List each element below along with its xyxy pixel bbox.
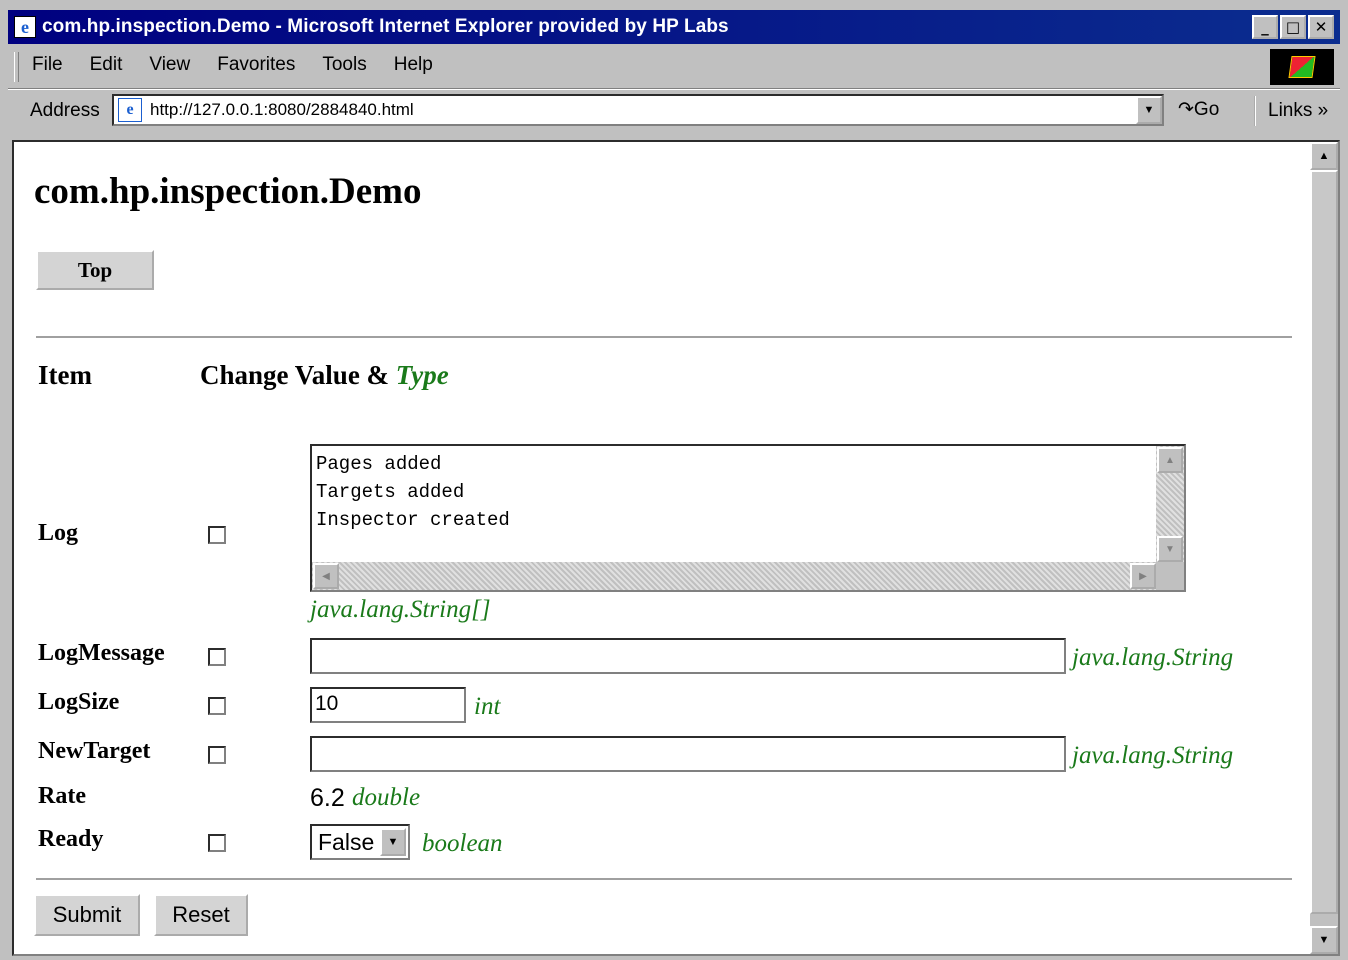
newtarget-input[interactable] — [310, 736, 1066, 772]
log-type: java.lang.String[] — [310, 596, 491, 623]
top-button[interactable]: Top — [36, 250, 154, 290]
windows-logo-icon — [1270, 49, 1334, 85]
page-scroll-down-icon[interactable]: ▼ — [1310, 926, 1338, 954]
ready-select-value: False — [318, 828, 375, 855]
column-header-change: Change Value & Type — [200, 360, 449, 391]
scrollbar-corner — [1156, 562, 1184, 590]
log-text: Pages added Targets added Inspector crea… — [316, 453, 510, 531]
menu-favorites[interactable]: Favorites — [217, 54, 295, 76]
page-title: com.hp.inspection.Demo — [34, 171, 422, 212]
window-title: com.hp.inspection.Demo - Microsoft Inter… — [42, 16, 729, 37]
scroll-up-icon[interactable]: ▲ — [1157, 447, 1183, 473]
column-header-change-label: Change Value & — [200, 360, 390, 390]
scroll-down-icon[interactable]: ▼ — [1157, 536, 1183, 562]
address-dropdown-button[interactable]: ▼ — [1136, 96, 1162, 124]
logmessage-checkbox[interactable] — [208, 648, 226, 666]
dropdown-arrow-icon[interactable]: ▼ — [380, 828, 406, 856]
item-label-logsize: LogSize — [38, 689, 120, 715]
item-label-log: Log — [38, 520, 79, 546]
newtarget-type: java.lang.String — [1072, 742, 1234, 769]
rate-value: 6.2 — [310, 784, 345, 812]
ready-checkbox[interactable] — [208, 834, 226, 852]
divider — [36, 336, 1292, 339]
log-textarea[interactable]: Pages added Targets added Inspector crea… — [310, 444, 1186, 592]
page-viewport: com.hp.inspection.Demo Top Item Change V… — [12, 140, 1340, 956]
menu-file[interactable]: File — [32, 54, 63, 76]
divider-bottom — [36, 878, 1292, 881]
newtarget-checkbox[interactable] — [208, 746, 226, 764]
address-bar: Address e http://127.0.0.1:8080/2884840.… — [8, 89, 1340, 132]
page-scroll-up-icon[interactable]: ▲ — [1310, 142, 1338, 170]
item-label-logmessage: LogMessage — [38, 640, 165, 666]
item-label-rate: Rate — [38, 783, 86, 809]
go-arrow-icon: ↷ — [1178, 99, 1194, 120]
item-label-newtarget: NewTarget — [38, 738, 151, 764]
rate-type: double — [352, 784, 421, 811]
address-url[interactable]: http://127.0.0.1:8080/2884840.html — [150, 100, 1136, 120]
column-header-item: Item — [38, 360, 92, 390]
ready-type: boolean — [422, 830, 503, 857]
menu-edit[interactable]: Edit — [90, 54, 123, 76]
toolbar-grip — [14, 52, 19, 82]
page-icon: e — [118, 98, 142, 122]
page-vertical-scrollbar[interactable]: ▲ ▼ — [1310, 142, 1338, 954]
column-header-type: Type — [395, 360, 449, 390]
go-button[interactable]: ↷Go — [1178, 98, 1219, 121]
reset-button[interactable]: Reset — [154, 894, 248, 936]
scroll-right-icon[interactable]: ▶ — [1130, 563, 1156, 589]
ready-select[interactable]: False ▼ — [310, 824, 410, 860]
address-field[interactable]: e http://127.0.0.1:8080/2884840.html ▼ — [112, 94, 1164, 126]
maximize-button[interactable]: □ — [1280, 15, 1306, 39]
go-label: Go — [1193, 99, 1220, 120]
menu-bar: File Edit View Favorites Tools Help — [8, 46, 1340, 89]
log-horizontal-scrollbar[interactable] — [312, 562, 1158, 590]
item-label-ready: Ready — [38, 826, 104, 852]
submit-button[interactable]: Submit — [34, 894, 140, 936]
links-button[interactable]: Links » — [1254, 96, 1328, 126]
menu-tools[interactable]: Tools — [322, 54, 366, 76]
ie-logo-icon: e — [14, 16, 36, 38]
logsize-input[interactable]: 10 — [310, 687, 466, 723]
logsize-type: int — [474, 693, 501, 720]
scroll-left-icon[interactable]: ◀ — [313, 563, 339, 589]
logmessage-type: java.lang.String — [1072, 644, 1234, 671]
window-title-bar[interactable]: e com.hp.inspection.Demo - Microsoft Int… — [8, 10, 1340, 44]
menu-view[interactable]: View — [149, 54, 190, 76]
menu-help[interactable]: Help — [394, 54, 433, 76]
address-label: Address — [30, 100, 100, 121]
minimize-button[interactable]: _ — [1252, 15, 1278, 39]
logsize-checkbox[interactable] — [208, 697, 226, 715]
logmessage-input[interactable] — [310, 638, 1066, 674]
close-button[interactable]: ✕ — [1308, 15, 1334, 39]
log-checkbox[interactable] — [208, 526, 226, 544]
page-scroll-thumb[interactable] — [1310, 170, 1338, 914]
